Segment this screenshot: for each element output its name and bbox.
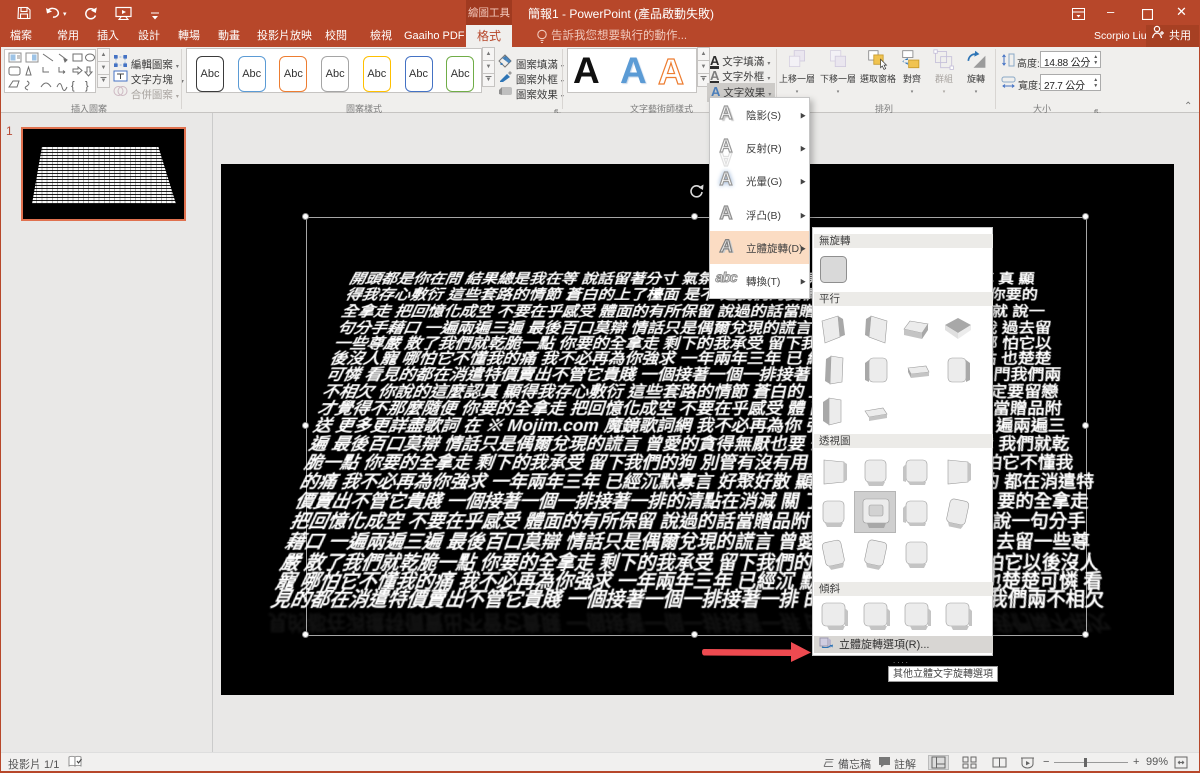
svg-text:{: { [71, 80, 75, 92]
svg-text:}: } [85, 80, 89, 92]
